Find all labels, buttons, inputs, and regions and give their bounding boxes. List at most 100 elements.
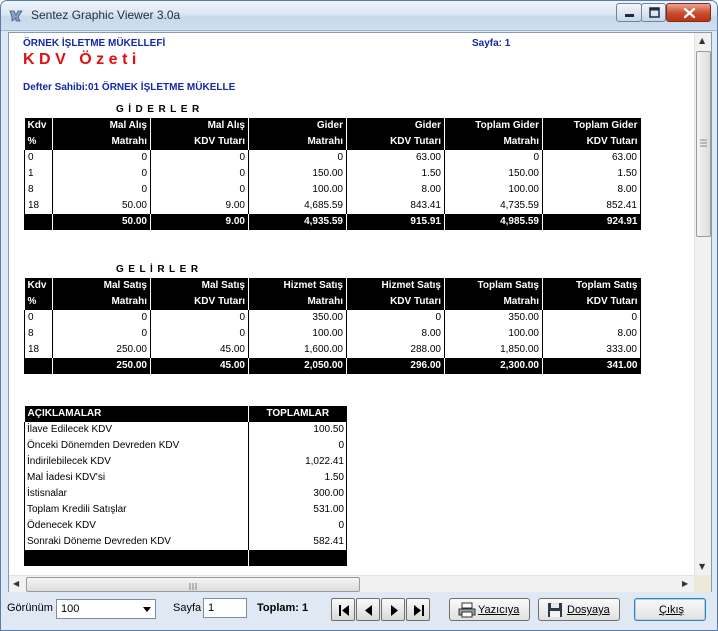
table-cell: 100.00: [444, 326, 543, 342]
summary-value: 100.50: [248, 422, 347, 438]
scroll-right-arrow-icon[interactable]: ▶: [682, 579, 688, 589]
horizontal-scroll-thumb[interactable]: [26, 577, 360, 592]
scroll-left-arrow-icon[interactable]: ◀: [13, 579, 19, 589]
table-cell: 852.41: [542, 198, 641, 214]
table-cell: 8.00: [346, 182, 445, 198]
total-cell: [24, 214, 53, 230]
summary-row: Önceki Dönemden Devreden KDV 0: [24, 438, 347, 454]
report-page: ÖRNEK İŞLETME MÜKELLEFİ Sayfa: 1 KDV Öze…: [9, 33, 694, 575]
scroll-down-arrow-icon[interactable]: ▼: [699, 562, 705, 572]
summary-header-label: AÇIKLAMALAR: [24, 406, 249, 422]
summary-label: Ödenecek KDV: [24, 518, 249, 534]
chevron-down-icon[interactable]: [139, 600, 155, 618]
expenses-table: Kdv Mal Alış Mal Alış Gider Gider Toplam Gide…: [24, 118, 641, 230]
total-cell: 2,050.00: [248, 358, 347, 374]
summary-table: AÇIKLAMALAR TOPLAMLAR İlave Edilecek KDV…: [24, 406, 347, 566]
table-cell: 0: [150, 182, 249, 198]
table-cell: 4,735.59: [444, 198, 543, 214]
expenses-header-cell: Gider: [248, 118, 347, 134]
totals-row: 250.00 45.00 2,050.00 296.00 2,300.00 341.00: [24, 358, 641, 374]
page-label: Sayfa: [173, 602, 202, 614]
table-cell: 0: [52, 150, 151, 166]
first-page-icon: [339, 605, 349, 616]
table-cell: 1.50: [346, 166, 445, 182]
first-page-button[interactable]: [331, 598, 355, 621]
expenses-header-cell: Toplam Gider: [444, 118, 543, 134]
summary-row: Sonraki Döneme Devreden KDV 582.41: [24, 534, 347, 550]
company-name: ÖRNEK İŞLETME MÜKELLEFİ: [23, 38, 166, 49]
close-button[interactable]: [666, 3, 711, 22]
total-cell: 250.00: [52, 358, 151, 374]
ledger-owner-line: Defter Sahibi:01 ÖRNEK İŞLETME MÜKELLE: [23, 82, 236, 93]
table-cell: 45.00: [150, 342, 249, 358]
table-cell: 0: [24, 150, 53, 166]
income-header-cell: Hizmet Satış: [346, 278, 445, 294]
table-cell: 63.00: [346, 150, 445, 166]
total-cell: 296.00: [346, 358, 445, 374]
minimize-icon: [625, 14, 634, 17]
table-cell: 8: [24, 326, 53, 342]
page-number-value: 1: [208, 602, 215, 614]
exit-button[interactable]: Çıkış: [634, 598, 706, 621]
table-cell: 63.00: [542, 150, 641, 166]
save-to-file-button[interactable]: Dosyaya: [538, 598, 620, 621]
table-cell: 250.00: [52, 342, 151, 358]
income-header-cell: KDV Tutarı: [542, 294, 641, 310]
summary-label: Mal İadesi KDV'si: [24, 470, 249, 486]
table-cell: 350.00: [248, 310, 347, 326]
income-table: Kdv Mal Satış Mal Satış Hizmet Satış Hizmet …: [24, 278, 641, 374]
income-header-cell: Toplam Satış: [542, 278, 641, 294]
table-cell: 0: [444, 150, 543, 166]
table-row: 1 0 0 150.00 1.50 150.00 1.50: [24, 166, 641, 182]
expenses-header-cell: Gider: [346, 118, 445, 134]
close-icon: [683, 7, 696, 19]
table-cell: 333.00: [542, 342, 641, 358]
table-cell: 18: [24, 198, 53, 214]
table-cell: 0: [150, 326, 249, 342]
table-row: 8 0 0 100.00 8.00 100.00 8.00: [24, 182, 641, 198]
save-to-file-button-label: Dosyaya: [567, 604, 610, 616]
print-button[interactable]: Yazıcıya: [449, 598, 530, 621]
title-bar[interactable]: Sentez Graphic Viewer 3.0a: [1, 1, 717, 31]
expenses-header-cell: Toplam Gider: [542, 118, 641, 134]
expenses-header-cell: Mal Alış: [52, 118, 151, 134]
vertical-scrollbar[interactable]: ▲ ▼: [694, 33, 711, 575]
table-cell: 0: [52, 182, 151, 198]
maximize-button[interactable]: [641, 3, 666, 22]
summary-label: İndirilebilecek KDV: [24, 454, 249, 470]
table-cell: 150.00: [248, 166, 347, 182]
table-cell: 8.00: [542, 182, 641, 198]
zoom-select[interactable]: 100: [56, 599, 156, 619]
total-cell: 50.00: [52, 214, 151, 230]
summary-label: İstisnalar: [24, 486, 249, 502]
summary-row: İndirilebilecek KDV 1,022.41: [24, 454, 347, 470]
summary-label: Önceki Dönemden Devreden KDV: [24, 438, 249, 454]
floppy-disk-icon: [548, 603, 562, 617]
previous-page-button[interactable]: [356, 598, 380, 621]
grip-icon: [700, 139, 707, 147]
window-title: Sentez Graphic Viewer 3.0a: [31, 8, 181, 22]
last-page-icon: [414, 605, 424, 616]
minimize-button[interactable]: [616, 3, 642, 22]
table-row: 18 50.00 9.00 4,685.59 843.41 4,735.59 852.41: [24, 198, 641, 214]
total-cell: 45.00: [150, 358, 249, 374]
table-cell: 0: [52, 326, 151, 342]
table-cell: 150.00: [444, 166, 543, 182]
table-cell: 0: [52, 166, 151, 182]
income-header-cell: Toplam Satış: [444, 278, 543, 294]
expenses-header-cell: KDV Tutarı: [346, 134, 445, 150]
table-cell: 8: [24, 182, 53, 198]
printer-icon: [458, 602, 476, 618]
summary-value: 582.41: [248, 534, 347, 550]
last-page-button[interactable]: [406, 598, 430, 621]
scroll-up-arrow-icon[interactable]: ▲: [699, 36, 705, 46]
income-section-title: GELİRLER: [116, 264, 203, 275]
vertical-scroll-thumb[interactable]: [696, 51, 711, 237]
horizontal-scrollbar[interactable]: ◀ ▶: [9, 575, 694, 592]
table-cell: 1: [24, 166, 53, 182]
total-cell: [24, 358, 53, 374]
page-number-input[interactable]: 1: [203, 598, 247, 618]
next-page-button[interactable]: [381, 598, 405, 621]
table-cell: 0: [150, 150, 249, 166]
summary-footer-cell: [248, 550, 347, 566]
